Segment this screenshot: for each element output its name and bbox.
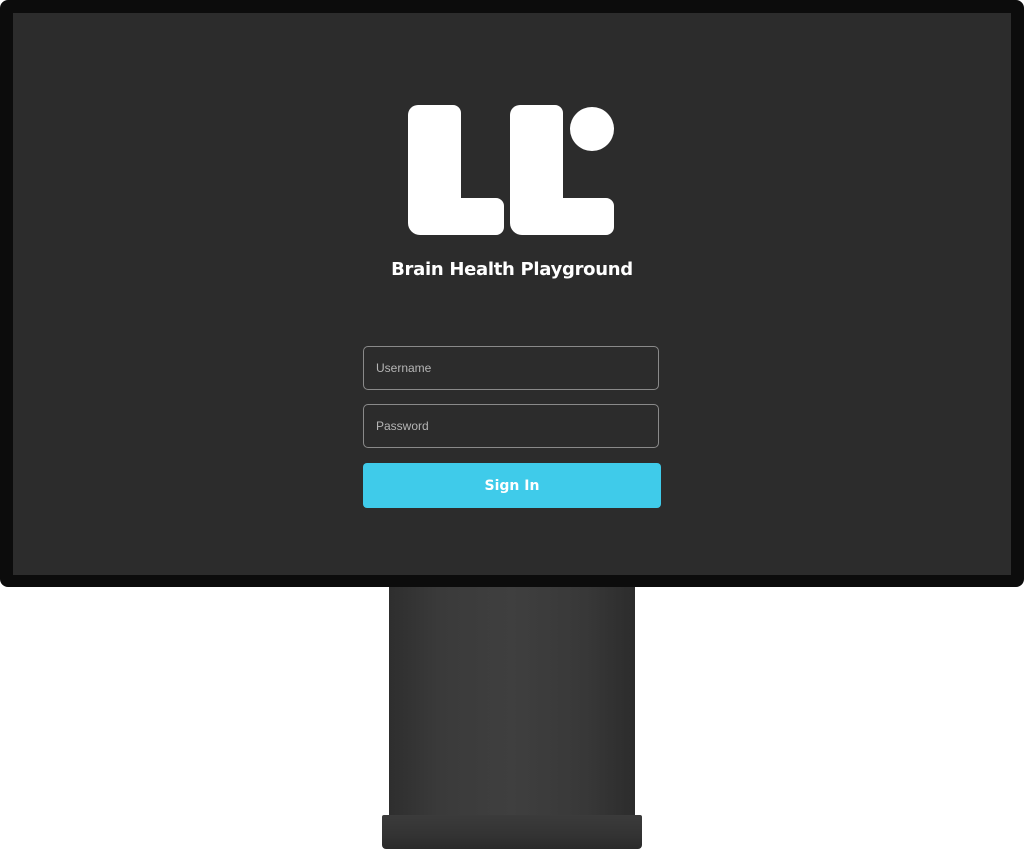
sign-in-button[interactable]: Sign In xyxy=(363,463,661,508)
password-input[interactable] xyxy=(363,404,659,448)
brand-logo-icon xyxy=(408,105,614,235)
monitor-bezel: Brain Health Playground Sign In xyxy=(0,0,1024,587)
login-screen: Brain Health Playground Sign In xyxy=(13,13,1011,575)
monitor-stand-neck xyxy=(389,587,635,817)
username-input[interactable] xyxy=(363,346,659,390)
monitor-stand-foot xyxy=(382,815,642,849)
monitor-mockup: Brain Health Playground Sign In xyxy=(0,0,1024,851)
app-title: Brain Health Playground xyxy=(391,259,633,280)
